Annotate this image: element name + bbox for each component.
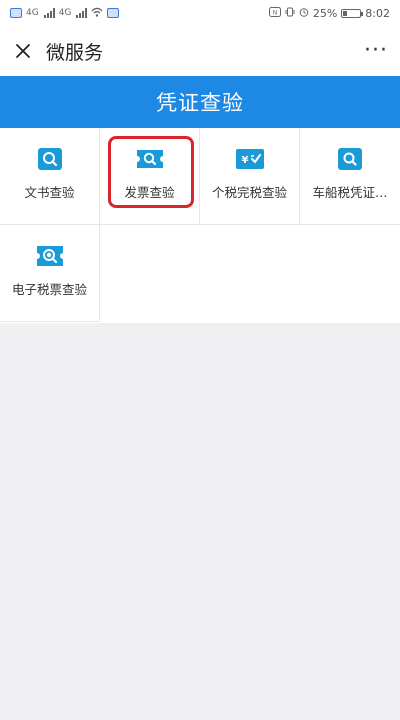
signal-icon (43, 8, 55, 18)
section-header: 凭证查验 (0, 76, 400, 128)
tile-invoice-check[interactable]: 发票查验 (100, 128, 200, 225)
status-bar: 4G 4G N 25% 8:02 (0, 0, 400, 26)
message-icon (107, 8, 120, 18)
network-type-2: 4G (58, 8, 72, 18)
tile-label: 车船税凭证… (312, 185, 388, 200)
status-left: 4G 4G (10, 7, 120, 20)
vehicle-tax-search-icon (335, 146, 365, 172)
signal-icon-2 (76, 8, 88, 18)
tile-document-check[interactable]: 文书查验 (0, 128, 100, 225)
section-title: 凭证查验 (156, 91, 244, 115)
document-search-icon (35, 146, 65, 172)
clock: 8:02 (365, 6, 390, 20)
wifi-icon (91, 7, 103, 20)
empty-content-area (0, 323, 400, 720)
alarm-icon (299, 7, 309, 20)
tile-label: 文书查验 (24, 185, 75, 200)
tile-vehicle-tax-check[interactable]: 车船税凭证… (300, 128, 400, 225)
battery-fill (343, 10, 348, 16)
battery-icon (341, 8, 364, 18)
more-menu-button[interactable]: ··· (364, 40, 388, 62)
status-right: N 25% 8:02 (268, 6, 390, 20)
tile-label: 个税完税查验 (211, 185, 287, 200)
tile-e-tax-ticket-check[interactable]: 电子税票查验 (0, 225, 100, 322)
page-title: 微服务 (46, 41, 104, 64)
battery-percent: 25% (312, 6, 338, 20)
network-type-1: 4G (26, 8, 39, 18)
notification-icon (10, 8, 22, 18)
vibrate-icon (285, 7, 295, 20)
svg-text:N: N (273, 9, 278, 16)
tile-label: 发票查验 (124, 185, 175, 200)
tile-label: 电子税票查验 (11, 282, 87, 297)
invoice-search-icon (135, 146, 165, 172)
service-grid: 文书查验 发票查验 ¥ 个税完税查验 车船税凭证… 电子税票查验 (0, 128, 400, 323)
tile-tax-payment-check[interactable]: ¥ 个税完税查验 (200, 128, 300, 225)
svg-text:¥: ¥ (241, 155, 248, 166)
nfc-icon: N (268, 6, 281, 20)
close-icon[interactable] (12, 40, 34, 62)
e-ticket-search-icon (35, 243, 65, 269)
title-bar: 微服务 ··· (0, 26, 400, 76)
tax-check-icon: ¥ (235, 146, 265, 172)
